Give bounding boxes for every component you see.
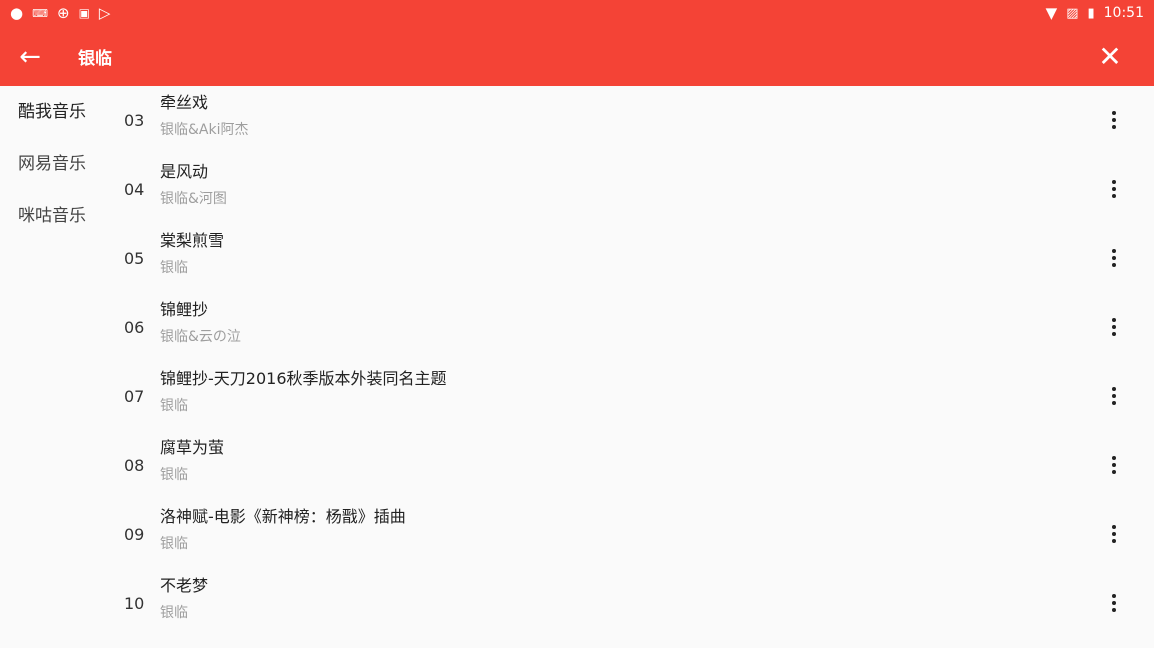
more-vert-icon (1112, 525, 1116, 529)
status-right-icons: ▼ ▨ ▮ 10:51 (1046, 0, 1144, 27)
track-artist: 银临 (160, 260, 188, 276)
close-button[interactable]: ✕ (1086, 27, 1134, 86)
status-time: 10:51 (1103, 5, 1144, 21)
track-artist: 银临 (160, 467, 188, 483)
more-vert-icon (1112, 387, 1116, 391)
a-icon: ▣ (78, 6, 90, 20)
content: 酷我音乐 网易音乐 咪咕音乐 03 牵丝戏 银临&Aki阿杰 04 是风动 银临… (0, 86, 1154, 648)
track-artist: 银临&河图 (160, 191, 227, 207)
track-row[interactable]: 10 不老梦 银临 (120, 569, 1154, 638)
more-options-button[interactable] (1096, 585, 1132, 621)
more-vert-icon-dot (1112, 539, 1116, 543)
track-artist: 银临&云の泣 (160, 329, 241, 345)
track-row[interactable]: 03 牵丝戏 银临&Aki阿杰 (120, 86, 1154, 155)
track-row[interactable]: 06 锦鲤抄 银临&云の泣 (120, 293, 1154, 362)
more-vert-icon-dot (1112, 332, 1116, 336)
back-button[interactable]: ← (0, 27, 60, 86)
more-vert-icon (1112, 594, 1116, 598)
more-vert-icon-dot (1112, 394, 1116, 398)
track-number: 07 (124, 387, 145, 406)
more-vert-icon (1112, 456, 1116, 460)
more-options-button[interactable] (1096, 447, 1132, 483)
track-row[interactable]: 05 棠梨煎雪 银临 (120, 224, 1154, 293)
more-vert-icon-dot (1112, 263, 1116, 267)
more-vert-icon-dot (1112, 194, 1116, 198)
more-vert-icon-dot (1112, 125, 1116, 129)
sidebar-item-kuwo[interactable]: 酷我音乐 (18, 100, 86, 124)
track-artist: 银临 (160, 398, 188, 414)
wifi-icon: ▼ (1045, 4, 1058, 22)
track-title: 棠梨煎雪 (160, 231, 225, 250)
close-icon: ✕ (1098, 40, 1122, 73)
track-number: 08 (124, 456, 145, 475)
more-vert-icon-dot (1112, 325, 1116, 329)
track-number: 05 (124, 249, 145, 268)
status-bar: ● ⌨ ⊕ ▣ ▷ ▼ ▨ ▮ 10:51 (0, 0, 1154, 27)
more-options-button[interactable] (1096, 378, 1132, 414)
battery-icon: ▮ (1087, 6, 1095, 21)
page-title: 银临 (78, 49, 112, 69)
status-left-icons: ● ⌨ ⊕ ▣ ▷ (10, 0, 110, 27)
circle-icon: ● (10, 4, 24, 22)
track-title: 是风动 (160, 162, 209, 181)
more-options-button[interactable] (1096, 309, 1132, 345)
more-vert-icon (1112, 180, 1116, 184)
source-sidebar: 酷我音乐 网易音乐 咪咕音乐 (0, 86, 120, 648)
track-number: 09 (124, 525, 145, 544)
track-number: 10 (124, 594, 145, 613)
track-artist: 银临 (160, 605, 188, 621)
track-title: 腐草为萤 (160, 438, 225, 457)
more-options-button[interactable] (1096, 102, 1132, 138)
track-artist: 银临&Aki阿杰 (160, 122, 249, 138)
more-vert-icon-dot (1112, 608, 1116, 612)
app-icon: ⊕ (56, 4, 70, 22)
more-vert-icon-dot (1112, 470, 1116, 474)
more-options-button[interactable] (1096, 240, 1132, 276)
track-title: 洛神赋-电影《新神榜：杨戬》插曲 (160, 507, 406, 526)
more-vert-icon-dot (1112, 118, 1116, 122)
more-vert-icon-dot (1112, 601, 1116, 605)
more-vert-icon-dot (1112, 187, 1116, 191)
more-options-button[interactable] (1096, 516, 1132, 552)
track-number: 04 (124, 180, 145, 199)
track-row[interactable]: 09 洛神赋-电影《新神榜：杨戬》插曲 银临 (120, 500, 1154, 569)
more-vert-icon (1112, 249, 1116, 253)
more-vert-icon (1112, 318, 1116, 322)
more-vert-icon-dot (1112, 401, 1116, 405)
toolbar: ← 银临 ✕ (0, 27, 1154, 86)
track-title: 锦鲤抄-天刀2016秋季版本外装同名主题 (160, 369, 447, 388)
more-vert-icon-dot (1112, 463, 1116, 467)
more-options-button[interactable] (1096, 171, 1132, 207)
track-title: 不老梦 (160, 576, 209, 595)
play-store-icon: ▷ (98, 4, 111, 22)
more-vert-icon-dot (1112, 256, 1116, 260)
keyboard-icon: ⌨ (32, 7, 48, 20)
track-number: 03 (124, 111, 145, 130)
arrow-left-icon: ← (19, 41, 41, 72)
track-title: 牵丝戏 (160, 93, 209, 112)
track-title: 锦鲤抄 (160, 300, 209, 319)
track-number: 06 (124, 318, 145, 337)
no-sim-icon: ▨ (1066, 6, 1079, 21)
track-row[interactable]: 07 锦鲤抄-天刀2016秋季版本外装同名主题 银临 (120, 362, 1154, 431)
more-vert-icon-dot (1112, 532, 1116, 536)
sidebar-item-netease[interactable]: 网易音乐 (18, 152, 86, 176)
track-row[interactable]: 08 腐草为萤 银临 (120, 431, 1154, 500)
more-vert-icon (1112, 111, 1116, 115)
track-row[interactable]: 04 是风动 银临&河图 (120, 155, 1154, 224)
track-artist: 银临 (160, 536, 188, 552)
sidebar-item-migu[interactable]: 咪咕音乐 (18, 204, 86, 228)
